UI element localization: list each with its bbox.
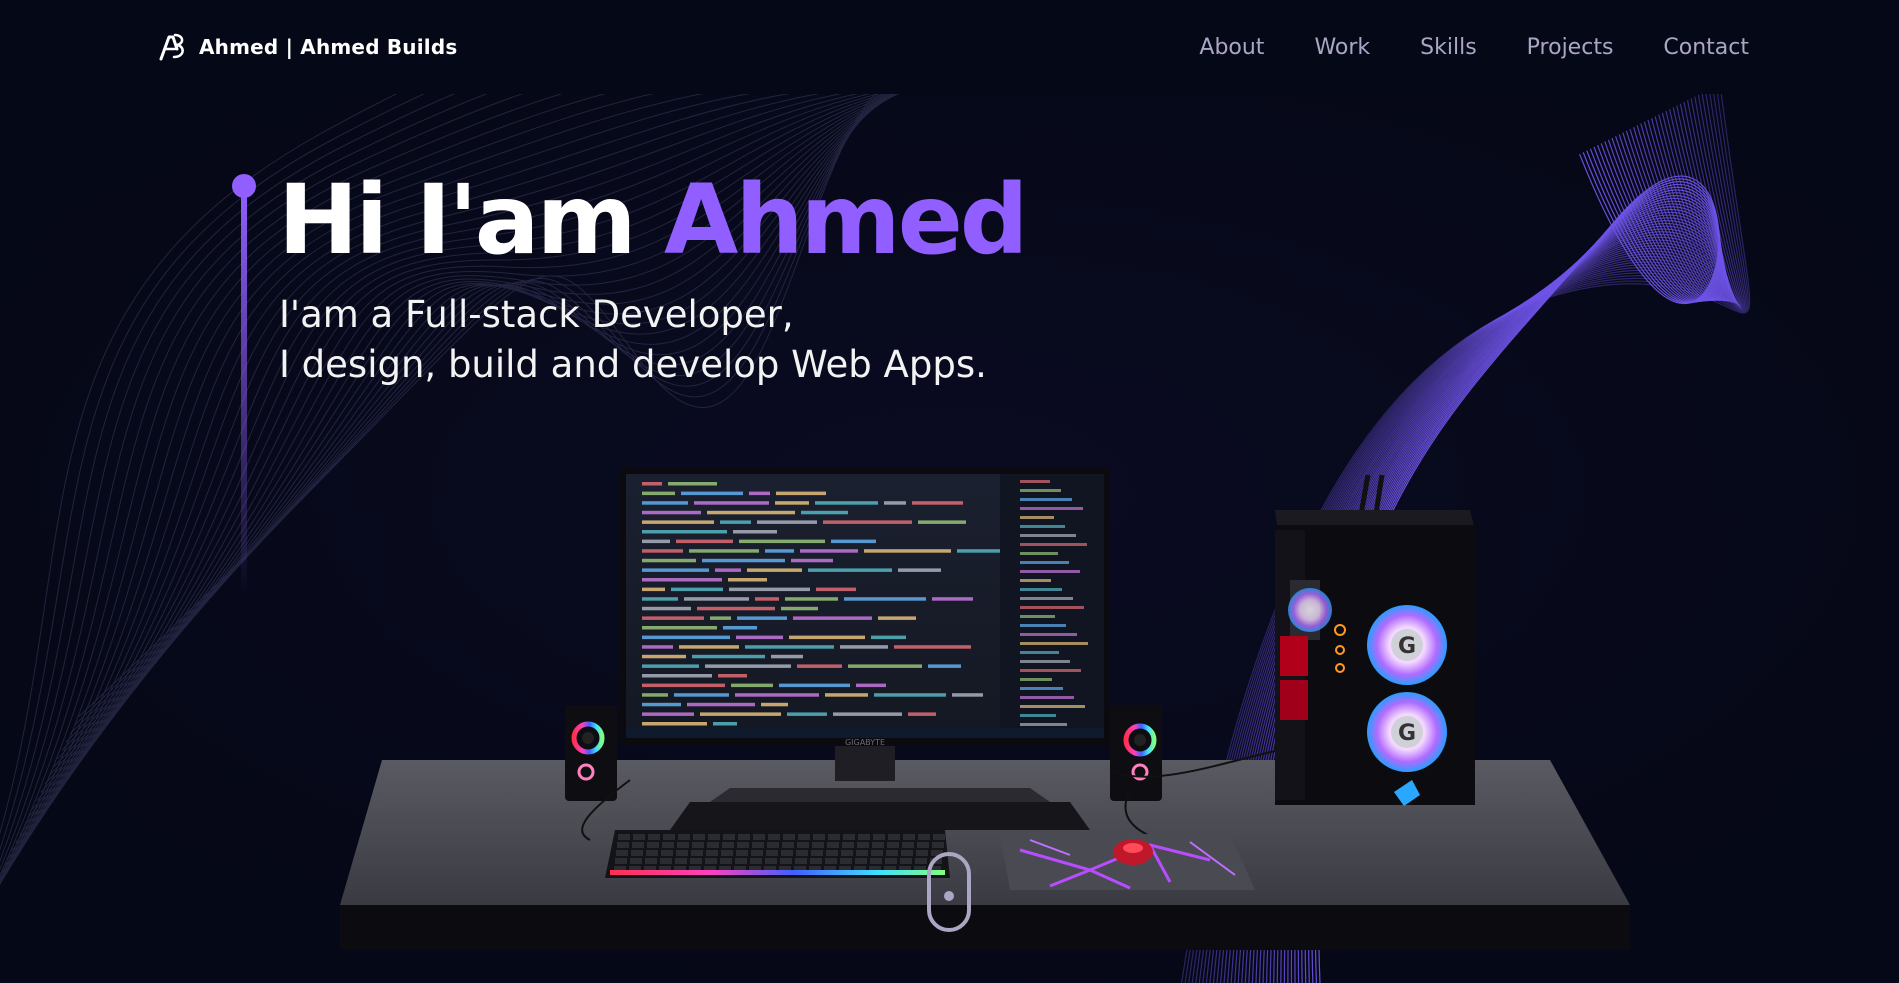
ab-logo-icon (159, 33, 184, 61)
svg-text:G: G (1398, 634, 1416, 659)
keyboard (605, 830, 950, 878)
hero-title-prefix: Hi I'am (278, 164, 665, 276)
hero-subtitle-line-2: I design, build and develop Web Apps. (279, 343, 987, 386)
hero-subtitle: I'am a Full-stack Developer, I design, b… (279, 290, 987, 390)
left-speaker (565, 705, 617, 801)
pc-tower: G G (1275, 474, 1475, 806)
nav-link-contact[interactable]: Contact (1663, 35, 1749, 60)
nav-link-work[interactable]: Work (1314, 35, 1370, 60)
monitor-brand-label: GIGABYTE (845, 738, 885, 747)
top-navigation: Ahmed | Ahmed Builds About Work Skills P… (0, 0, 1899, 94)
desktop-computer-illustration: GIGABYTE G G (340, 468, 1630, 950)
hero-accent-line (232, 174, 256, 594)
nav-link-projects[interactable]: Projects (1527, 35, 1614, 60)
hero-title: Hi I'am Ahmed (278, 160, 1029, 280)
nav-link-about[interactable]: About (1199, 35, 1264, 60)
desk-front (340, 905, 1630, 950)
svg-text:G: G (1398, 721, 1416, 746)
nav-link-skills[interactable]: Skills (1420, 35, 1477, 60)
hero-subtitle-line-1: I'am a Full-stack Developer, (279, 293, 794, 336)
page: Ahmed | Ahmed Builds About Work Skills P… (0, 0, 1899, 983)
brand-name: Ahmed | Ahmed Builds (199, 35, 458, 59)
right-speaker (1110, 705, 1162, 801)
brand-home-link[interactable]: Ahmed | Ahmed Builds (157, 28, 457, 66)
hero-title-name: Ahmed (664, 164, 1028, 276)
nav-links: About Work Skills Projects Contact (1199, 28, 1749, 66)
mouse-scroll-icon[interactable] (925, 850, 973, 934)
